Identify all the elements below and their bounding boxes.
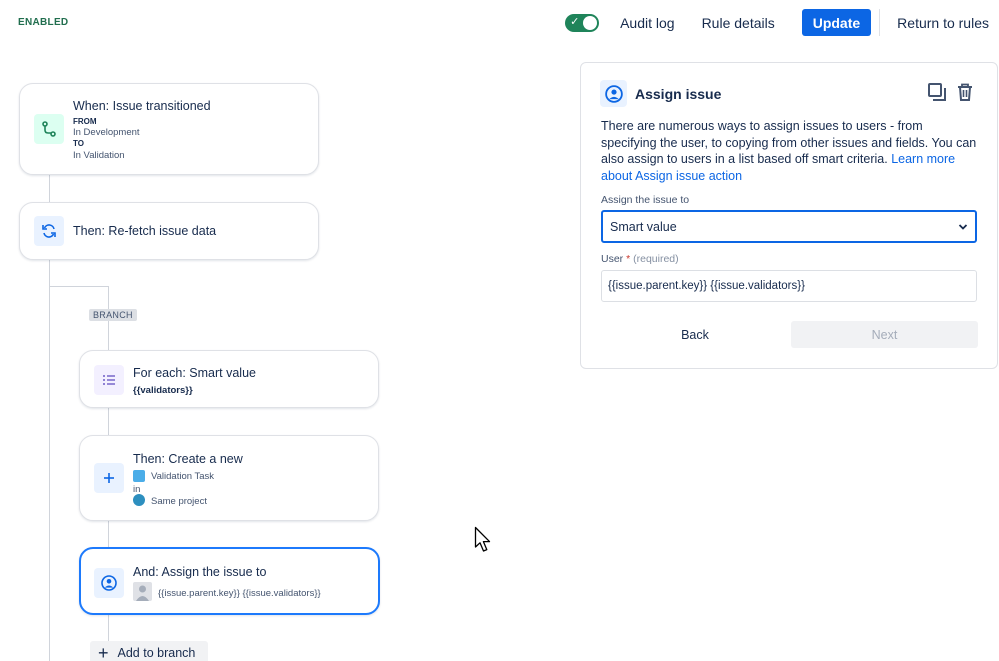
create-title: Then: Create a new: [133, 452, 243, 466]
add-to-branch-label: Add to branch: [117, 646, 196, 660]
user-input[interactable]: {{issue.parent.key}} {{issue.validators}…: [601, 270, 977, 302]
assign-issue-card[interactable]: And: Assign the issue to {{issue.parent.…: [79, 547, 380, 615]
assign-to-label: Assign the issue to: [601, 194, 690, 206]
issue-type-icon: [133, 470, 145, 482]
assign-issue-panel: Assign issue There are numerous ways to …: [580, 62, 998, 369]
panel-title: Assign issue: [635, 86, 722, 102]
trash-icon[interactable]: [955, 82, 975, 107]
mouse-cursor-icon: [474, 526, 494, 559]
refetch-title: Then: Re-fetch issue data: [73, 224, 217, 238]
check-icon: ✓: [570, 15, 580, 28]
toggle-knob: [583, 15, 598, 30]
create-issue-type: Validation Task: [151, 471, 215, 482]
plus-icon: +: [98, 643, 109, 661]
assign-title: And: Assign the issue to: [133, 565, 267, 579]
top-toolbar: ✓ Audit log Rule details Update Return t…: [565, 9, 989, 36]
default-avatar-icon: [133, 582, 152, 601]
trigger-to-label: TO: [73, 139, 84, 148]
rule-status-badge: ENABLED: [18, 17, 69, 28]
transition-icon: [34, 114, 64, 144]
list-icon: [94, 365, 124, 395]
required-hint: (required): [633, 253, 679, 265]
trigger-title: When: Issue transitioned: [73, 99, 211, 113]
next-button[interactable]: Next: [791, 321, 978, 348]
connector-branch-corner: [49, 286, 108, 287]
plus-icon: [94, 463, 124, 493]
panel-actions: [927, 82, 975, 107]
branch-label: BRANCH: [89, 309, 137, 321]
trigger-card[interactable]: When: Issue transitioned FROM In Develop…: [19, 83, 319, 175]
for-each-card[interactable]: For each: Smart value {{validators}}: [79, 350, 379, 408]
user-field-label: User * (required): [601, 253, 679, 265]
chevron-down-icon: [958, 220, 968, 234]
panel-description: There are numerous ways to assign issues…: [601, 118, 981, 184]
create-project: Same project: [151, 496, 207, 507]
update-button[interactable]: Update: [801, 9, 872, 36]
create-issue-card[interactable]: Then: Create a new Validation Task in Sa…: [79, 435, 379, 521]
trigger-to-value: In Validation: [73, 150, 125, 161]
refetch-card[interactable]: Then: Re-fetch issue data: [19, 202, 319, 260]
assign-to-select-value: Smart value: [610, 219, 677, 234]
back-button[interactable]: Back: [601, 321, 789, 348]
for-each-value: {{validators}}: [133, 385, 193, 396]
toolbar-divider: [879, 9, 881, 36]
refresh-icon: [34, 216, 64, 246]
rule-enabled-toggle[interactable]: ✓: [565, 13, 600, 32]
add-to-branch-button[interactable]: + Add to branch: [90, 641, 208, 661]
assign-to-select[interactable]: Smart value: [601, 210, 977, 243]
assign-value: {{issue.parent.key}} {{issue.validators}…: [158, 588, 321, 599]
copy-icon[interactable]: [927, 82, 947, 107]
required-mark: *: [626, 253, 631, 265]
trigger-from-value: In Development: [73, 127, 140, 138]
user-avatar-icon: [600, 80, 627, 107]
trigger-from-label: FROM: [73, 117, 97, 126]
user-avatar-icon: [94, 568, 124, 598]
user-label-text: User: [601, 253, 624, 265]
for-each-title: For each: Smart value: [133, 366, 256, 380]
project-icon: [133, 494, 145, 506]
audit-log-link[interactable]: Audit log: [620, 15, 674, 31]
rule-details-link[interactable]: Rule details: [702, 15, 775, 31]
return-to-rules-link[interactable]: Return to rules: [897, 15, 989, 31]
